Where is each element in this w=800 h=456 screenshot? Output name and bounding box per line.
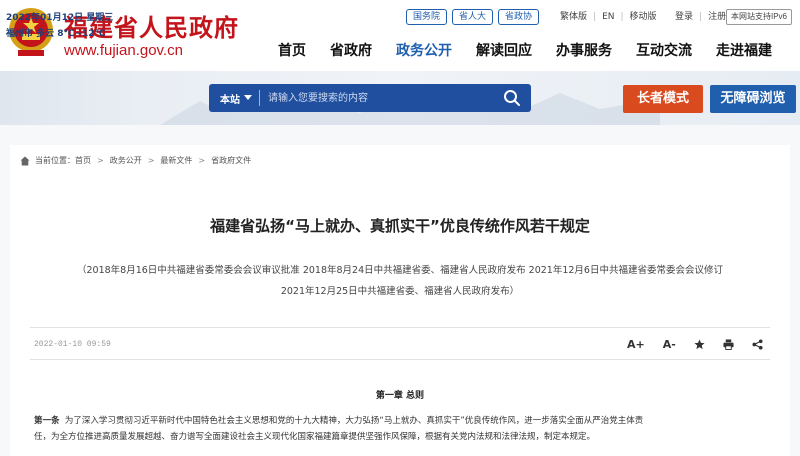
nav-services[interactable]: 办事服务 bbox=[556, 40, 612, 60]
article-container bbox=[10, 145, 790, 456]
breadcrumb-latest-docs[interactable]: 最新文件 bbox=[160, 155, 192, 166]
publish-date: 2022-01-10 09:59 bbox=[34, 340, 111, 349]
font-decrease-button[interactable]: A- bbox=[663, 338, 676, 351]
search-scope-select[interactable]: 本站 bbox=[220, 91, 240, 106]
breadcrumb-provincial-docs[interactable]: 省政府文件 bbox=[211, 155, 251, 166]
language-links: 繁体版 | EN | 移动版 bbox=[560, 12, 657, 22]
nav-provincial-gov[interactable]: 省政府 bbox=[330, 40, 372, 60]
divider bbox=[30, 327, 770, 328]
article-meta-line-1: （2018年8月16日中共福建省委常委会会议审议批准 2018年8月24日中共福… bbox=[77, 265, 723, 276]
nav-about-fujian[interactable]: 走进福建 bbox=[716, 40, 772, 60]
chevron-down-icon[interactable] bbox=[244, 95, 252, 100]
article-text-line-2: 任，为全方位推进高质量发展超越、奋力谱写全面建设社会主义现代化国家福建篇章提供坚… bbox=[34, 432, 596, 442]
article-toolbar: A+ A- bbox=[627, 338, 763, 351]
search-input[interactable] bbox=[268, 88, 498, 108]
nav-home[interactable]: 首页 bbox=[278, 40, 306, 60]
chapter-heading: 第一章 总则 bbox=[375, 391, 425, 401]
location-home-icon bbox=[20, 156, 30, 165]
weather-line: 福州市 多云 8℃~12℃ bbox=[6, 29, 106, 39]
breadcrumb: 当前位置： 首页 > 政务公开 > 最新文件 > 省政府文件 bbox=[20, 155, 251, 166]
accessible-browse-button[interactable]: 无障碍浏览 bbox=[710, 85, 796, 113]
article-text-line-1: 为了深入学习贯彻习近平新时代中国特色社会主义思想和党的十九大精神，大力弘扬“马上… bbox=[64, 416, 644, 426]
pill-provincial-congress[interactable]: 省人大 bbox=[452, 9, 494, 25]
nav-gov-affairs[interactable]: 政务公开 bbox=[396, 40, 452, 60]
site-url: www.fujian.gov.cn bbox=[64, 42, 183, 59]
star-icon[interactable] bbox=[694, 339, 705, 350]
article-title: 福建省弘扬“马上就办、真抓实干”优良传统作风若干规定 bbox=[210, 217, 590, 235]
login-link[interactable]: 登录 bbox=[675, 12, 693, 22]
date-weather: 2022年01月12日 星期三 福州市 多云 8℃~12℃ bbox=[6, 10, 113, 42]
article-meta-line-2: 2021年12月25日中共福建省委、福建省人民政府发布） bbox=[280, 286, 520, 297]
nav-interpretation[interactable]: 解读回应 bbox=[476, 40, 532, 60]
search-divider bbox=[259, 90, 260, 106]
nav-interaction[interactable]: 互动交流 bbox=[636, 40, 692, 60]
search-icon[interactable] bbox=[502, 88, 522, 108]
article-paragraph: 第一条 为了深入学习贯彻习近平新时代中国特色社会主义思想和党的十九大精神，大力弘… bbox=[34, 413, 770, 445]
print-icon[interactable] bbox=[723, 339, 734, 350]
share-icon[interactable] bbox=[752, 339, 763, 350]
date-line: 2022年01月12日 星期三 bbox=[6, 13, 114, 23]
breadcrumb-gov-affairs[interactable]: 政务公开 bbox=[110, 155, 142, 166]
main-nav: 首页 省政府 政务公开 解读回应 办事服务 互动交流 走进福建 bbox=[278, 40, 796, 60]
elder-mode-button[interactable]: 长者模式 bbox=[623, 85, 703, 113]
divider bbox=[30, 359, 770, 360]
register-link[interactable]: 注册 bbox=[708, 12, 726, 22]
ipv6-badge: 本网站支持IPv6 bbox=[725, 9, 792, 25]
link-english[interactable]: EN bbox=[602, 12, 614, 22]
pill-cppcc[interactable]: 省政协 bbox=[498, 9, 540, 25]
user-links: 登录 | 注册 bbox=[675, 12, 727, 22]
breadcrumb-home[interactable]: 首页 bbox=[75, 155, 91, 166]
breadcrumb-label: 当前位置： bbox=[35, 156, 75, 165]
link-mobile[interactable]: 移动版 bbox=[630, 12, 657, 22]
font-increase-button[interactable]: A+ bbox=[627, 338, 645, 351]
article-label: 第一条 bbox=[34, 416, 60, 426]
link-traditional[interactable]: 繁体版 bbox=[560, 12, 587, 22]
pill-state-council[interactable]: 国务院 bbox=[406, 9, 448, 25]
